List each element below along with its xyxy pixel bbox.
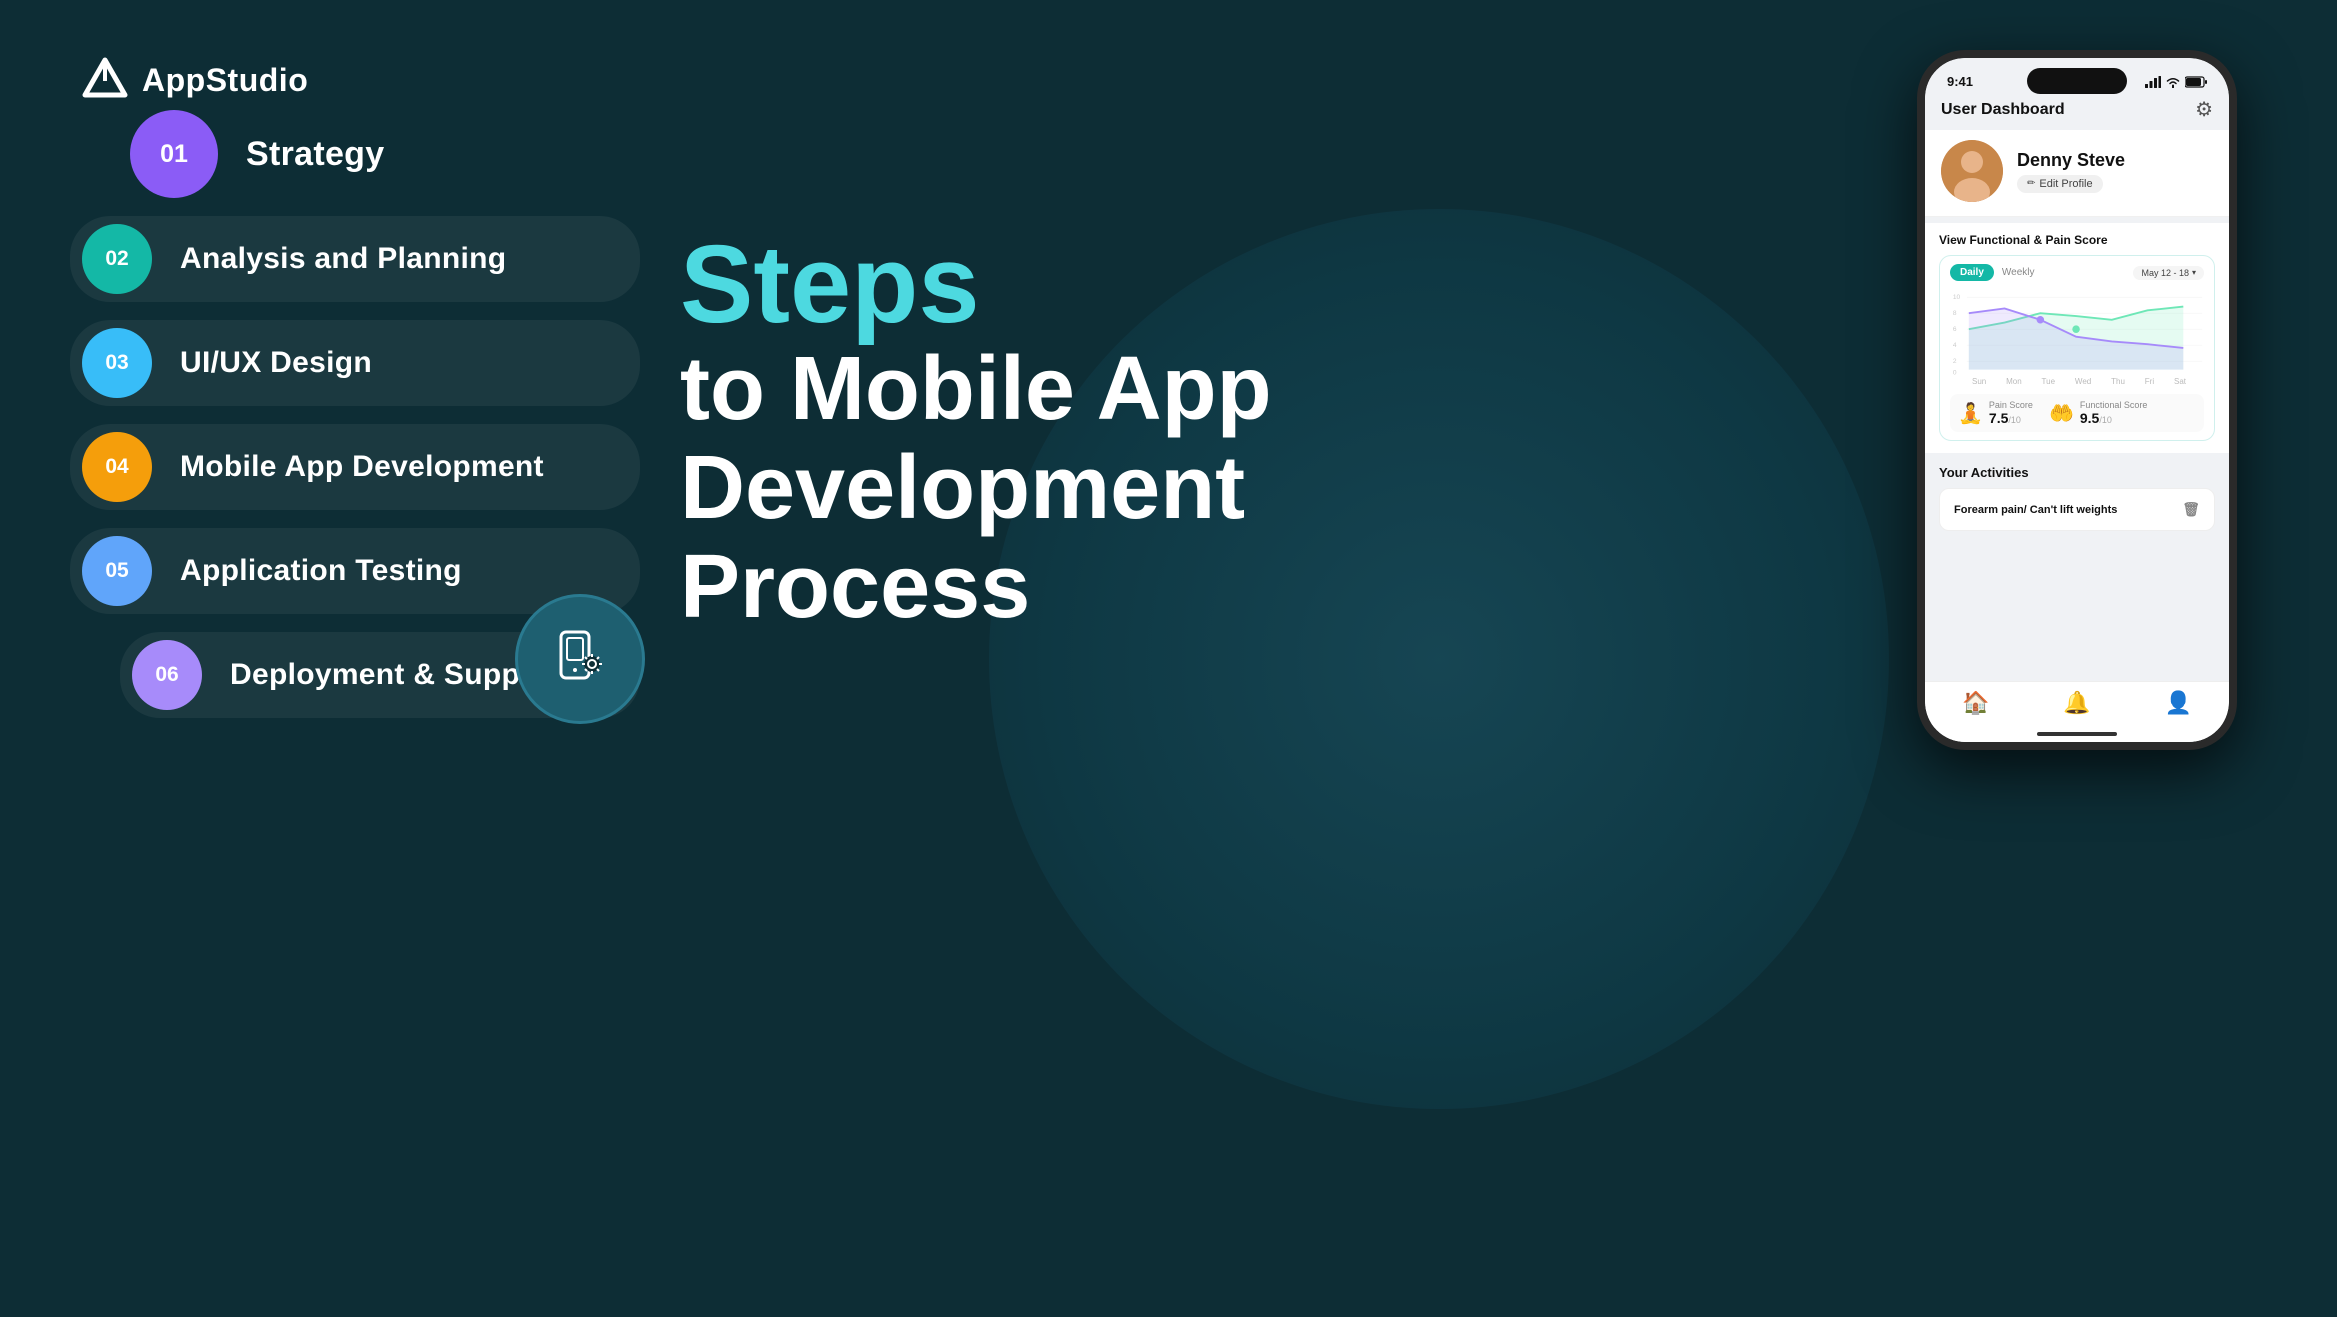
home-bar [2037, 732, 2117, 736]
step-label-3: UI/UX Design [180, 346, 372, 380]
mobile-gear-icon [545, 624, 615, 694]
score-card: Daily Weekly May 12 - 18 ▾ 10 8 [1939, 255, 2215, 441]
center-icon [515, 594, 645, 724]
logo-icon [80, 55, 130, 105]
score-section: View Functional & Pain Score Daily Weekl… [1925, 223, 2229, 453]
date-range[interactable]: May 12 - 18 ▾ [2133, 266, 2204, 280]
heading-line2: to Mobile App [680, 340, 1272, 439]
gear-icon[interactable]: ⚙ [2195, 97, 2213, 122]
nav-person-icon[interactable]: 👤 [2165, 690, 2192, 716]
avatar-image [1941, 140, 2003, 202]
svg-text:10: 10 [1953, 294, 1961, 301]
step-badge-2: 02 [82, 224, 152, 294]
activity-item-1[interactable]: Forearm pain/ Can't lift weights 🗑 [1939, 488, 2215, 531]
svg-text:4: 4 [1953, 342, 1957, 349]
step-item-1: 01 Strategy [130, 110, 640, 198]
functional-score-label: Functional Score [2080, 400, 2148, 410]
step-label-2: Analysis and Planning [180, 242, 506, 276]
functional-icon: 🤲 [2049, 401, 2074, 426]
score-chart: 10 8 6 4 2 0 [1950, 287, 2204, 377]
avatar [1941, 140, 2003, 202]
edit-profile-button[interactable]: ✏ Edit Profile [2017, 175, 2103, 193]
delete-icon[interactable]: 🗑 [2182, 501, 2200, 518]
functional-score-badge: 🤲 Functional Score 9.5/10 [2049, 400, 2147, 426]
pain-score-badge: 🧘 Pain Score 7.5/10 [1958, 400, 2033, 426]
phone-notch [2027, 68, 2127, 94]
svg-text:2: 2 [1953, 358, 1957, 365]
step-label-6: Deployment & Support [230, 658, 561, 692]
svg-text:8: 8 [1953, 310, 1957, 317]
activities-section: Your Activities Forearm pain/ Can't lift… [1925, 457, 2229, 539]
step-badge-4: 04 [82, 432, 152, 502]
pain-score-label: Pain Score [1989, 400, 2033, 410]
battery-icon [2185, 76, 2207, 88]
status-icons [2145, 76, 2207, 88]
pain-icon: 🧘 [1958, 401, 1983, 426]
step-badge-5: 05 [82, 536, 152, 606]
heading-line1: Steps [680, 230, 1272, 340]
step-label-1: Strategy [246, 135, 384, 174]
heading-line4: Process [680, 538, 1272, 637]
phone-screen: 9:41 [1925, 58, 2229, 742]
functional-score-value: 9.5/10 [2080, 410, 2148, 426]
step-label-4: Mobile App Development [180, 450, 544, 484]
phone-wrapper: 9:41 [1917, 50, 2237, 750]
wifi-icon [2166, 76, 2180, 88]
svg-text:6: 6 [1953, 326, 1957, 333]
heading-area: Steps to Mobile App Development Process [680, 230, 1272, 637]
tab-daily[interactable]: Daily [1950, 264, 1994, 281]
nav-bell-icon[interactable]: 🔔 [2063, 690, 2090, 716]
dashboard-header: User Dashboard ⚙ [1925, 93, 2229, 130]
score-badges: 🧘 Pain Score 7.5/10 🤲 Functio [1950, 394, 2204, 432]
brand-name: AppStudio [142, 62, 308, 99]
chart-container: 10 8 6 4 2 0 [1950, 287, 2204, 377]
nav-home-icon[interactable]: 🏠 [1962, 690, 1989, 716]
step-label-5: Application Testing [180, 554, 462, 588]
pencil-icon: ✏ [2027, 178, 2035, 189]
profile-section: Denny Steve ✏ Edit Profile [1925, 130, 2229, 217]
activities-title: Your Activities [1939, 465, 2215, 480]
chart-x-labels: Sun Mon Tue Wed Thu Fri Sat [1950, 377, 2204, 386]
tab-weekly[interactable]: Weekly [2002, 267, 2035, 278]
phone-frame: 9:41 [1917, 50, 2237, 750]
step-badge-1: 01 [130, 110, 218, 198]
score-section-title: View Functional & Pain Score [1939, 233, 2215, 247]
profile-info: Denny Steve ✏ Edit Profile [2017, 150, 2125, 193]
signal-icon [2145, 76, 2161, 88]
logo-area: AppStudio [80, 55, 308, 105]
heading-line3: Development [680, 439, 1272, 538]
status-time: 9:41 [1947, 74, 1973, 89]
score-tabs: Daily Weekly May 12 - 18 ▾ [1950, 264, 2204, 281]
pain-score-value: 7.5/10 [1989, 410, 2033, 426]
dashboard-title: User Dashboard [1941, 101, 2065, 119]
step-item-4: 04 Mobile App Development [70, 424, 640, 510]
step-item-2: 02 Analysis and Planning [70, 216, 640, 302]
step-item-3: 03 UI/UX Design [70, 320, 640, 406]
profile-name: Denny Steve [2017, 150, 2125, 171]
step-badge-3: 03 [82, 328, 152, 398]
step-badge-6: 06 [132, 640, 202, 710]
svg-text:0: 0 [1953, 369, 1957, 376]
